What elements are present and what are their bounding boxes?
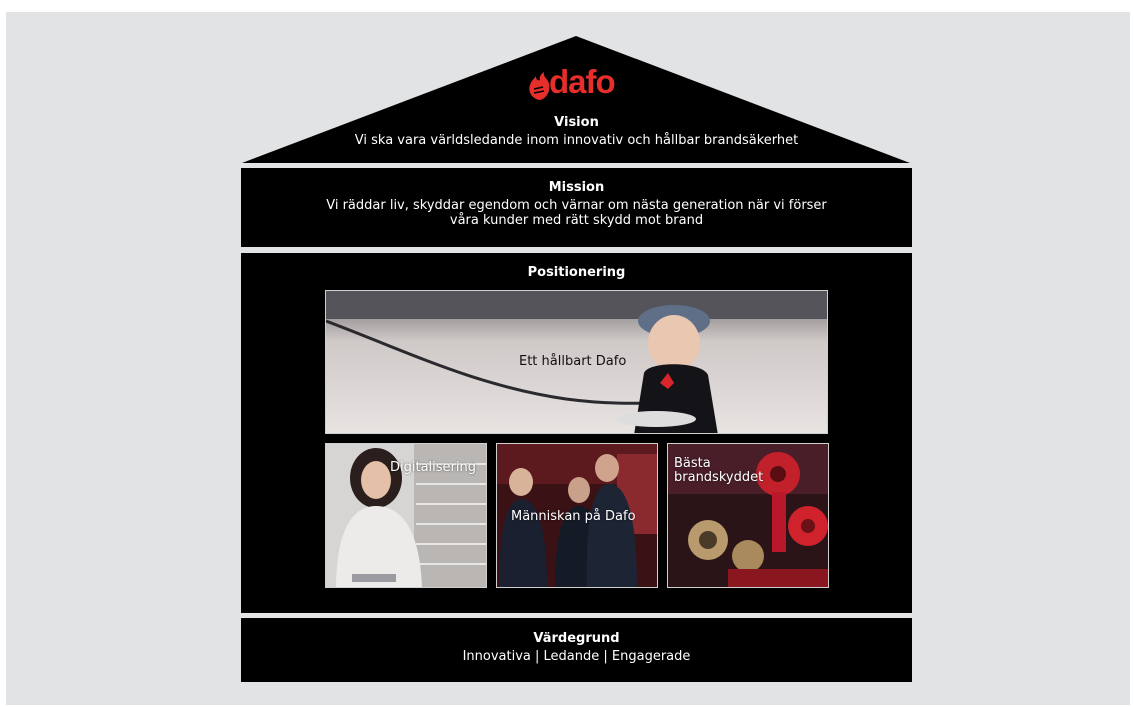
tile-manniskan-caption: Människan på Dafo xyxy=(511,509,636,524)
mission-title: Mission xyxy=(548,180,605,195)
mission-text-line-1: Vi räddar liv, skyddar egendom och värna… xyxy=(326,198,827,213)
positioning-title: Positionering xyxy=(527,265,626,280)
tile-digitalisering-caption: Digitalisering xyxy=(390,460,476,475)
main-photo-child-with-hose: Ett hållbart Dafo xyxy=(325,290,828,434)
logo-wordmark: dafo xyxy=(549,63,616,100)
vision-title: Vision xyxy=(554,115,599,130)
values-title: Värdegrund xyxy=(533,631,620,646)
tile-manniskan: Människan på Dafo xyxy=(496,443,658,588)
mission-text-line-2: våra kunder med rätt skydd mot brand xyxy=(449,213,704,228)
values-text: Innovativa | Ledande | Engagerade xyxy=(462,649,691,664)
tile-brandskydd-caption-line-1: Bästa xyxy=(674,456,711,471)
tile-basta-brandskyddet: Bästa brandskyddet xyxy=(667,443,829,588)
values-foundation: Värdegrund Innovativa | Ledande | Engage… xyxy=(241,618,912,682)
tile-digitalisering: Digitalisering xyxy=(325,443,487,588)
mission-section: Mission Vi räddar liv, skyddar egendom o… xyxy=(241,168,912,247)
positioning-section: Positionering Ett hållbart Dafo Digitali… xyxy=(241,253,912,613)
vision-text: Vi ska vara världsledande inom innovativ… xyxy=(354,133,799,148)
main-photo-caption: Ett hållbart Dafo xyxy=(519,354,627,369)
flame-hand-icon xyxy=(529,72,550,100)
tile-brandskydd-caption-line-2: brandskyddet xyxy=(674,470,764,485)
vision-roof: dafo Vision Vi ska vara världsledande in… xyxy=(241,35,912,164)
dafo-logo: dafo xyxy=(527,63,623,105)
